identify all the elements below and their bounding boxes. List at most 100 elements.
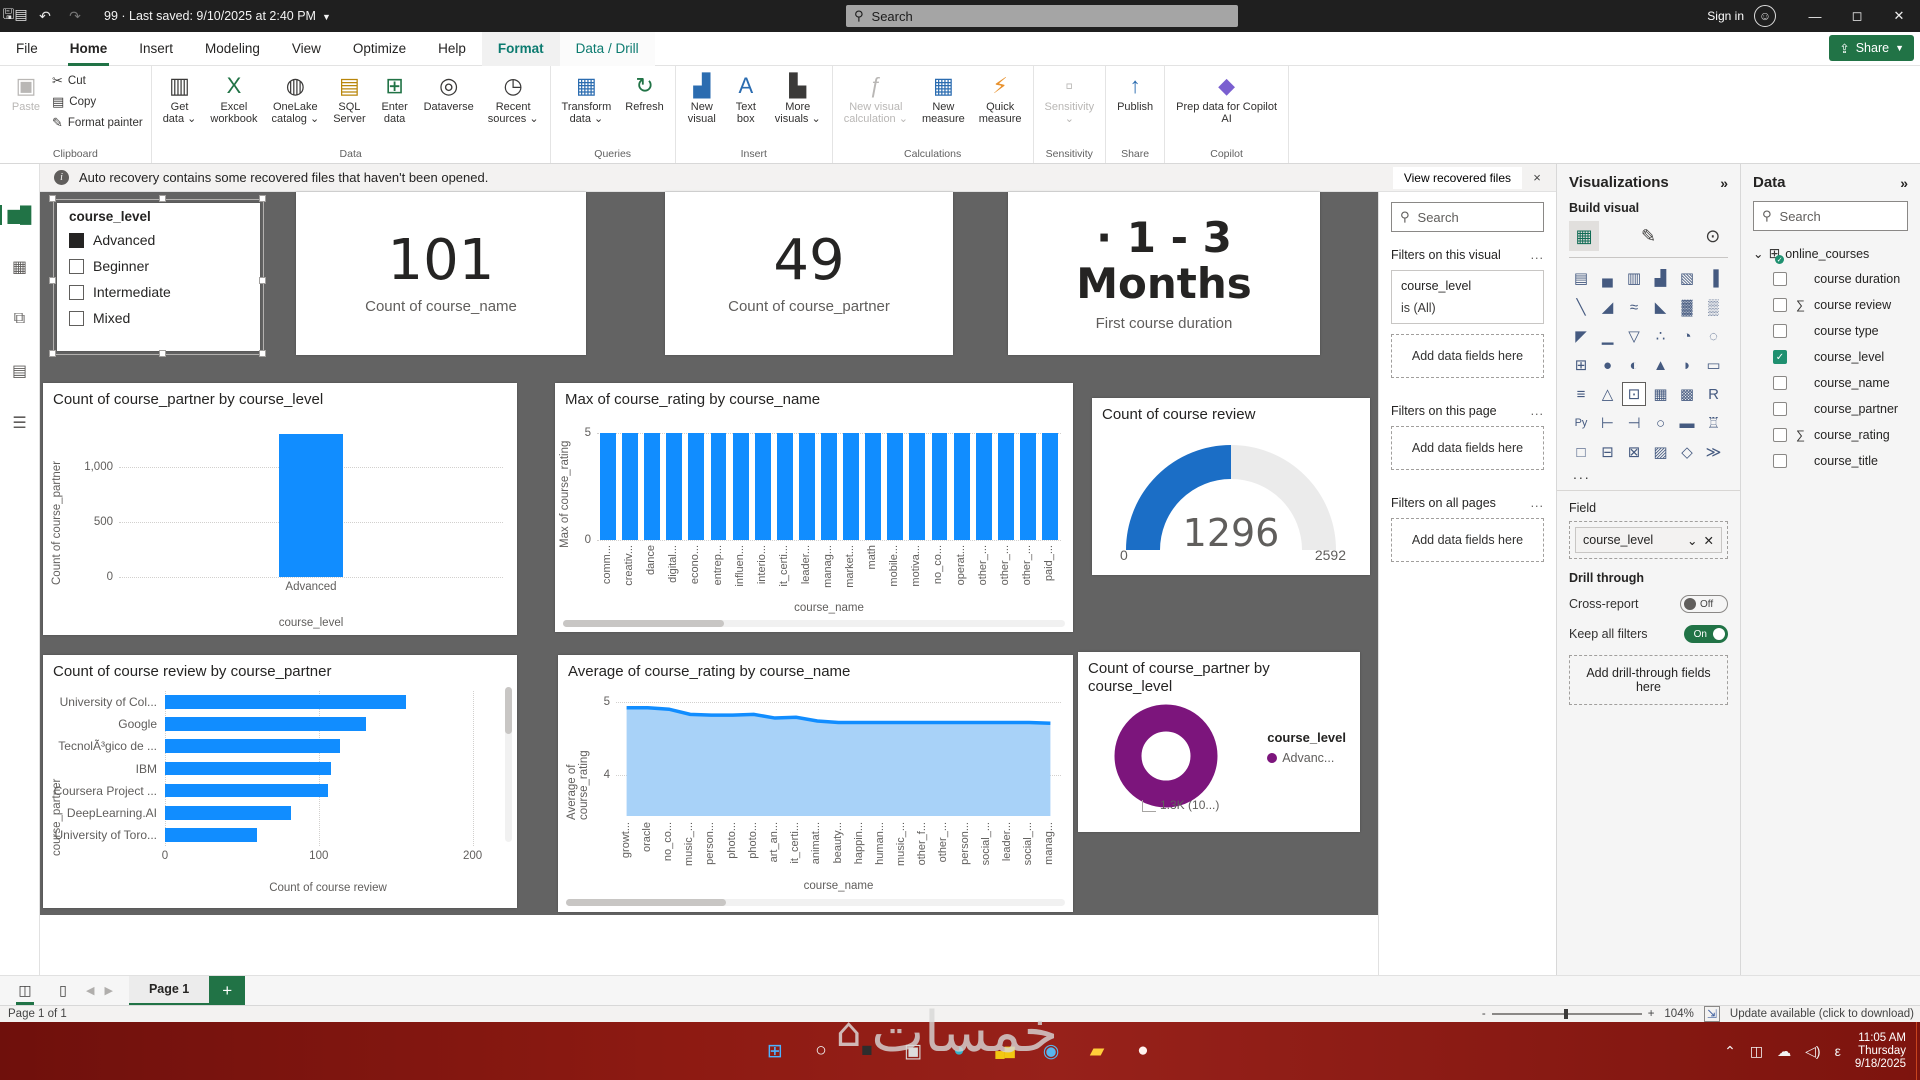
checkbox-unchecked[interactable]: [1773, 376, 1787, 390]
horizontal-scrollbar[interactable]: [563, 620, 1065, 627]
more-button[interactable]: ▙ More visuals ⌄: [768, 70, 828, 128]
ribbon-tab-help[interactable]: Help: [422, 32, 482, 66]
field-chip-course-level[interactable]: course_level ⌄ ✕: [1575, 527, 1722, 553]
matrix-visual-icon[interactable]: ▩: [1675, 382, 1699, 406]
bar-math[interactable]: [865, 432, 882, 540]
text-button[interactable]: A Text box: [724, 70, 768, 128]
new-page-button[interactable]: +: [209, 975, 246, 1006]
donut-chart-partner-by-level[interactable]: Count of course_partner by course_level 1…: [1078, 652, 1360, 832]
selection-handle[interactable]: [158, 195, 166, 202]
ribbon-chart-visual-icon[interactable]: ◤: [1569, 324, 1593, 348]
sql-button[interactable]: ▤ SQL Server: [326, 70, 372, 128]
ribbon-tab-file[interactable]: File: [0, 32, 54, 66]
collapse-pane-icon[interactable]: »: [1720, 175, 1728, 191]
add-data-fields-dropzone[interactable]: Add data fields here: [1391, 334, 1544, 378]
bar-leader-[interactable]: [798, 432, 815, 540]
start-taskbar-icon[interactable]: ⊞: [760, 1036, 790, 1066]
selection-handle[interactable]: [259, 277, 266, 284]
table-view-icon[interactable]: ▦: [7, 254, 33, 280]
ribbon-tab-home[interactable]: Home: [54, 32, 124, 66]
100-stacked-area-visual-icon[interactable]: ◣: [1649, 295, 1673, 319]
card-visual[interactable]: 101 Count of course_name: [296, 192, 586, 355]
volume-icon[interactable]: ◁): [1805, 1043, 1820, 1060]
checkbox-unchecked[interactable]: [1773, 298, 1787, 312]
bar-mobile-[interactable]: [887, 432, 904, 540]
onedrive-icon[interactable]: ☁: [1777, 1043, 1791, 1060]
slicer-visual-icon[interactable]: ⊡: [1622, 382, 1646, 406]
network-icon[interactable]: ◫: [1750, 1043, 1763, 1060]
treemap-visual-icon[interactable]: ⊞: [1569, 353, 1593, 377]
keep-all-filters-toggle[interactable]: On: [1684, 625, 1728, 643]
scrollbar-thumb[interactable]: [566, 899, 726, 906]
checkbox-unchecked[interactable]: [1773, 454, 1787, 468]
account-avatar[interactable]: ☺: [1754, 5, 1776, 27]
maximize-button[interactable]: ◻: [1836, 0, 1878, 32]
ribbon-tab-optimize[interactable]: Optimize: [337, 32, 422, 66]
slicer-item-mixed[interactable]: Mixed: [69, 310, 248, 326]
pie-visual-icon[interactable]: ◔: [1675, 324, 1699, 348]
column-chart-partner-by-level[interactable]: Count of course_partner by course_level 0…: [43, 383, 517, 635]
redo-icon[interactable]: ↷: [60, 8, 90, 25]
more-visuals-icon[interactable]: ...: [1573, 466, 1728, 482]
kpi-visual-icon[interactable]: △: [1596, 382, 1620, 406]
field-course-rating[interactable]: ∑ course_rating: [1773, 428, 1908, 442]
selection-handle[interactable]: [259, 350, 266, 357]
bar-motiva-[interactable]: [909, 432, 926, 540]
power-bi-taskbar-icon[interactable]: ▄▆: [990, 1036, 1020, 1066]
power-apps-visual-icon[interactable]: ◇: [1675, 440, 1699, 464]
global-search-input[interactable]: ⚲ Search: [846, 5, 1238, 27]
refresh-button[interactable]: ↻ Refresh: [618, 70, 671, 116]
model-view-icon[interactable]: ⧉: [7, 306, 33, 332]
remove-field-icon[interactable]: ✕: [1704, 533, 1714, 548]
bar-DeepLearning-AI[interactable]: [165, 805, 292, 820]
bar-Google[interactable]: [165, 717, 367, 732]
onelake-button[interactable]: ◍ OneLake catalog ⌄: [264, 70, 326, 128]
collapse-pane-icon[interactable]: »: [1900, 175, 1908, 191]
checkbox-unchecked[interactable]: [1773, 324, 1787, 338]
fit-to-page-icon[interactable]: ⇲: [1703, 1006, 1720, 1022]
dataverse-button[interactable]: ◎ Dataverse: [417, 70, 481, 116]
key-influencers-visual-icon[interactable]: ⊢: [1596, 411, 1620, 435]
slicer-item-intermediate[interactable]: Intermediate: [69, 284, 248, 300]
bar-comm-[interactable]: [600, 432, 616, 540]
quick-button[interactable]: ⚡ Quick measure: [972, 70, 1029, 128]
copy-button[interactable]: ▤ Copy: [48, 93, 147, 111]
field-course-type[interactable]: course type: [1773, 324, 1908, 338]
browser-taskbar-icon[interactable]: ●: [1128, 1036, 1158, 1066]
terminal-taskbar-icon[interactable]: ■: [852, 1036, 882, 1066]
share-button[interactable]: ⇪ Share ▼: [1829, 35, 1914, 61]
stacked-area-visual-icon[interactable]: ≈: [1622, 295, 1646, 319]
more-options-icon[interactable]: ...: [1531, 496, 1544, 510]
field-course-title[interactable]: course_title: [1773, 454, 1908, 468]
analytics-tab[interactable]: ⊙: [1698, 221, 1728, 251]
line-chart-visual-icon[interactable]: ╲: [1569, 295, 1593, 319]
bar-dance[interactable]: [644, 432, 661, 540]
bar-University-of-Col-[interactable]: [165, 695, 407, 709]
horizontal-scrollbar[interactable]: [566, 899, 1065, 906]
map-visual-icon[interactable]: ●: [1596, 353, 1620, 377]
cut-button[interactable]: ✂ Cut: [48, 72, 147, 90]
search-taskbar-icon[interactable]: ○: [806, 1036, 836, 1066]
checkbox-checked[interactable]: [69, 232, 84, 248]
waterfall-visual-icon[interactable]: ▁: [1596, 324, 1620, 348]
selection-handle[interactable]: [259, 195, 266, 202]
stacked-bar-visual-icon[interactable]: ▤: [1569, 266, 1593, 290]
bar-IBM[interactable]: [165, 761, 332, 776]
bar-no-co-[interactable]: [931, 432, 948, 540]
view-recovered-files-button[interactable]: View recovered files: [1392, 166, 1522, 189]
clock[interactable]: 11:05 AM Thursday 9/18/2025: [1855, 1032, 1906, 1071]
stacked-column-visual-icon[interactable]: ▄: [1596, 266, 1620, 290]
report-view-icon[interactable]: ▆█: [0, 202, 33, 228]
task-view-taskbar-icon[interactable]: ▣: [898, 1036, 928, 1066]
clustered-bar-visual-icon[interactable]: ▥: [1622, 266, 1646, 290]
new-button[interactable]: ▦ New measure: [915, 70, 972, 128]
donut-visual-icon[interactable]: ◌: [1702, 324, 1726, 348]
enter-button[interactable]: ⊞ Enter data: [373, 70, 417, 128]
build-visual-tab[interactable]: ▦: [1569, 221, 1600, 251]
edge-browser-taskbar-icon[interactable]: ◕: [944, 1036, 974, 1066]
show-desktop-button[interactable]: [1916, 1022, 1920, 1080]
100-stacked-bar-visual-icon[interactable]: ▧: [1675, 266, 1699, 290]
more-options-icon[interactable]: ...: [1531, 248, 1544, 262]
language-indicator[interactable]: ε: [1835, 1043, 1841, 1059]
cross-report-toggle[interactable]: Off: [1680, 595, 1728, 613]
